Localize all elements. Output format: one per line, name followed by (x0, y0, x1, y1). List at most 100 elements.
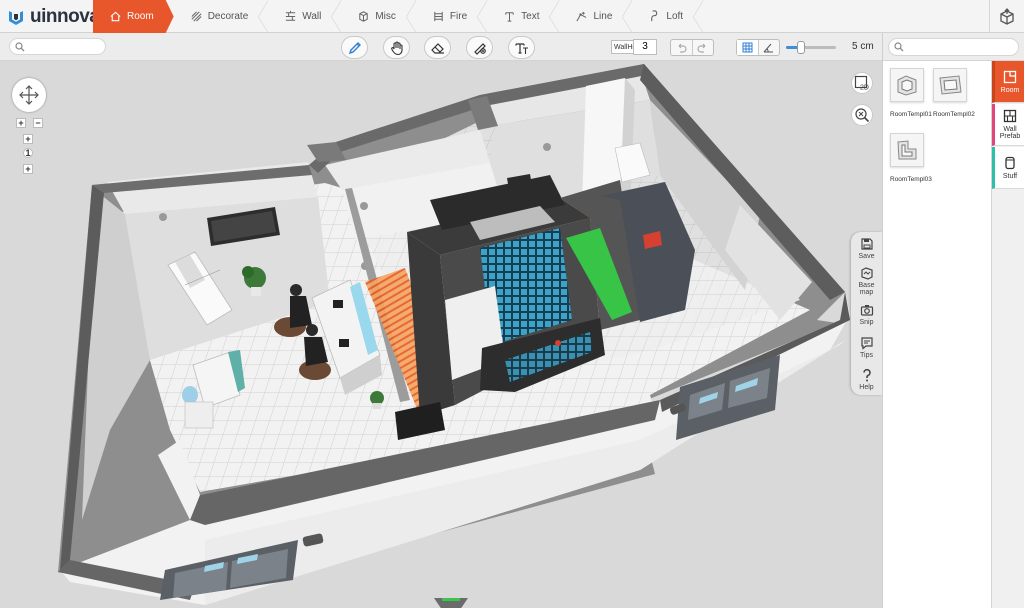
tab-misc[interactable]: Misc (341, 0, 416, 33)
save-icon (860, 237, 873, 250)
brand-logo[interactable]: uinnova (6, 4, 100, 29)
tab-loft[interactable]: Loft (632, 0, 703, 33)
tips-button[interactable]: Tips (851, 331, 882, 363)
library-search[interactable] (888, 38, 1019, 58)
pan-tool-button[interactable] (383, 36, 410, 59)
tab-stuff[interactable]: Stuff (992, 147, 1024, 189)
angle-icon (763, 43, 774, 53)
erase-tool-button[interactable] (424, 36, 451, 59)
snip-button[interactable]: Snip (851, 298, 882, 330)
level-down-button[interactable]: + (23, 164, 33, 174)
export-3d-icon[interactable] (998, 8, 1016, 26)
library-search-input[interactable] (889, 41, 1018, 58)
template-item[interactable]: RoomTempl01 (890, 68, 932, 118)
tab-label: Misc (375, 11, 396, 22)
template-thumbnail (890, 133, 924, 167)
level-up-button[interactable]: + (23, 134, 33, 144)
home-icon (109, 10, 122, 23)
main-tabs: Room Decorate Wall Misc Fire Text Line L… (93, 0, 703, 33)
wall-prefab-tab-label: Wall Prefab (999, 126, 1021, 140)
template-name: RoomTempl01 (890, 111, 932, 118)
text-style-tool-button[interactable] (508, 36, 535, 59)
zoom-fit-icon (855, 108, 870, 123)
redo-icon (697, 43, 706, 53)
zoom-in-button[interactable]: + (16, 118, 26, 128)
loft-icon (651, 10, 658, 22)
stuff-tab-label: Stuff (1002, 172, 1018, 180)
3d-viewport[interactable]: + − + 1 + 2D (0, 62, 882, 608)
grid-snap-button[interactable] (737, 40, 758, 55)
help-icon (862, 368, 871, 381)
save-button[interactable]: Save (851, 232, 882, 264)
wall-high-input[interactable]: 3 (633, 39, 657, 55)
tab-line[interactable]: Line (559, 0, 633, 33)
paint-icon (473, 42, 486, 55)
undo-button[interactable] (671, 40, 692, 55)
scene-search[interactable] (9, 38, 106, 57)
room-shape-icon (897, 140, 917, 160)
text-icon (505, 12, 514, 22)
tab-fire[interactable]: Fire (416, 0, 488, 33)
snip-label: Snip (859, 318, 874, 326)
base-map-label: Base map (858, 282, 875, 296)
library-panel: RoomTempl01 RoomTempl02 RoomTempl03 Room (882, 33, 1024, 608)
paint-tool-button[interactable] (466, 36, 493, 59)
wall-icon (286, 10, 296, 21)
grid-icon (742, 42, 753, 53)
zoom-out-button[interactable]: − (33, 118, 43, 128)
template-name: RoomTempl03 (890, 176, 932, 183)
text-style-icon (514, 42, 528, 54)
line-icon (576, 11, 587, 22)
base-map-icon (860, 267, 873, 280)
level-indicator[interactable]: 1 (23, 148, 33, 158)
tab-label: Line (593, 11, 613, 22)
search-icon (15, 42, 25, 52)
tab-label: Text (521, 11, 540, 22)
scale-slider[interactable] (786, 41, 836, 54)
room-icon (1003, 70, 1017, 83)
template-item[interactable]: RoomTempl02 (933, 68, 975, 118)
edit-toolbar: WallHigh 3 5 cm (0, 33, 882, 61)
tab-decorate[interactable]: Decorate (174, 0, 269, 33)
room-tab-label: Room (1000, 86, 1020, 94)
search-icon (894, 42, 904, 52)
decorate-icon (191, 11, 202, 22)
tab-label: Room (127, 11, 154, 22)
room-3d-scene[interactable] (0, 62, 882, 608)
tab-label: Wall (302, 11, 322, 22)
view-2d-button[interactable]: 2D (851, 72, 873, 94)
tab-wall-prefab[interactable]: Wall Prefab (992, 104, 1024, 146)
stuff-icon (1005, 156, 1015, 169)
wall-prefab-icon (1003, 109, 1017, 123)
tab-label: Decorate (207, 11, 249, 22)
logo-mark-icon (9, 10, 23, 25)
base-map-button[interactable]: Base map (851, 265, 882, 297)
reset-view-button[interactable] (851, 104, 873, 126)
view-2d-label: 2D (860, 85, 869, 92)
help-button[interactable]: Help (851, 363, 882, 395)
hand-icon (390, 40, 403, 55)
tips-label: Tips (860, 351, 873, 359)
eraser-icon (430, 42, 444, 54)
template-thumbnail (890, 68, 924, 102)
room-shape-icon (939, 75, 962, 95)
tab-room[interactable]: Room (93, 0, 174, 33)
tab-wall[interactable]: Wall (268, 0, 342, 33)
template-name: RoomTempl02 (933, 111, 975, 118)
redo-button[interactable] (691, 40, 714, 55)
undo-redo-group (670, 39, 714, 56)
angle-snap-button[interactable] (757, 40, 780, 55)
camera-icon (860, 304, 873, 316)
app-window: uinnova Room Decorate Wall Misc Fire Tex… (0, 0, 1024, 608)
template-thumbnail (933, 68, 967, 102)
pan-navigator[interactable] (12, 78, 46, 112)
tab-room-templates[interactable]: Room (992, 61, 1024, 103)
top-nav-bar: uinnova Room Decorate Wall Misc Fire Tex… (0, 0, 1024, 33)
slider-thumb[interactable] (797, 41, 805, 54)
brand-name: uinnova (30, 5, 100, 27)
pencil-icon (348, 41, 361, 54)
template-item[interactable]: RoomTempl03 (890, 133, 932, 183)
tab-label: Loft (666, 11, 684, 22)
draw-tool-button[interactable] (341, 36, 368, 59)
tab-text[interactable]: Text (487, 0, 560, 33)
